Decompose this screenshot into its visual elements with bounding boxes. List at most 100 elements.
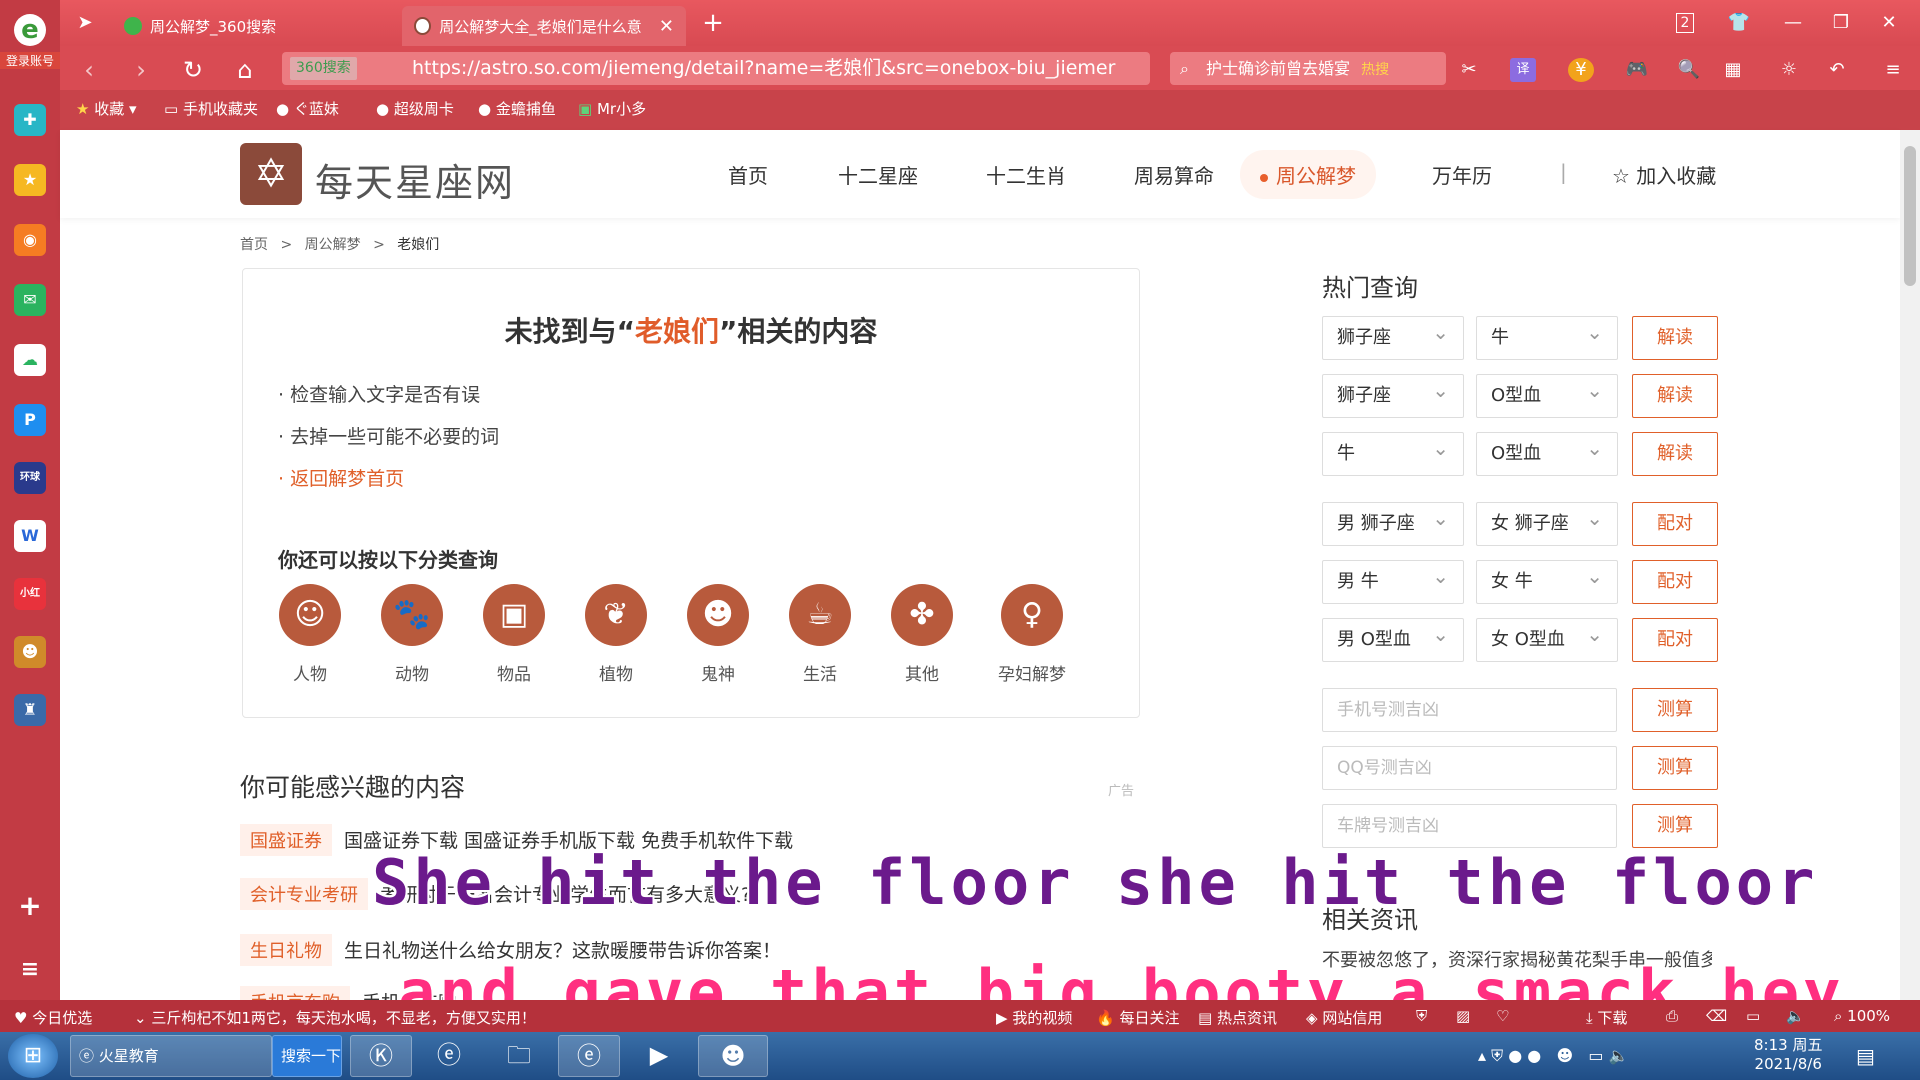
undo-icon[interactable]: ↶ [1824,58,1850,82]
game2-app-icon[interactable]: ♜ [14,694,46,726]
translate-icon[interactable]: 译 [1510,58,1536,82]
menu-zhouyi[interactable]: 周易算命 [1134,160,1214,189]
login-link[interactable]: 登录账号 [0,52,60,69]
add-app-icon[interactable]: + [14,890,46,922]
category-plant[interactable]: ❦ 植物 [574,584,658,685]
calc-button[interactable]: 测算 [1632,804,1718,848]
calc-button[interactable]: 测算 [1632,688,1718,732]
category-person[interactable]: ☺ 人物 [268,584,352,685]
back-to-dream-link[interactable]: · 返回解梦首页 [278,464,404,491]
select-b[interactable]: 牛 [1476,311,1618,360]
select-a[interactable]: 狮子座 [1322,311,1464,360]
category-ghost[interactable]: ☻ 鬼神 [676,584,760,685]
star-app-icon[interactable]: ★ [14,164,46,196]
crumb-home[interactable]: 首页 [240,237,268,253]
select-male[interactable]: 男 牛 [1322,555,1464,604]
notification-icon[interactable]: ▤ [1856,1044,1875,1068]
new-tab-icon[interactable]: + [698,8,728,38]
crumb-dream[interactable]: 周公解梦 [305,237,361,253]
category-other[interactable]: ✤ 其他 [880,584,964,685]
home-icon[interactable]: ⌂ [230,55,260,85]
360-logo-icon[interactable]: e [14,14,46,46]
close-window-icon[interactable]: ✕ [1874,8,1904,38]
menu-shengxiao[interactable]: 十二生肖 [986,160,1066,189]
site-logo[interactable]: 每天星座网 [315,152,515,207]
game-app-icon[interactable]: ☻ [14,636,46,668]
heart-outline-icon[interactable]: ♡ [1496,1007,1509,1025]
scissors-icon[interactable]: ✂ [1456,58,1482,82]
tab-search[interactable]: 周公解梦_360搜索 [112,6,288,46]
menu-zodiac[interactable]: 十二星座 [838,160,918,189]
video-player-icon[interactable]: ▶ [628,1035,690,1077]
fav-mobile[interactable]: ▭ 手机收藏夹 [164,98,258,119]
minimize-icon[interactable]: — [1778,8,1808,38]
volume-icon[interactable]: 🔈 [1786,1007,1805,1025]
category-pregnant[interactable]: ♀ 孕妇解梦 [986,584,1078,685]
category-object[interactable]: ▣ 物品 [472,584,556,685]
match-button[interactable]: 配对 [1632,502,1718,546]
plate-input[interactable]: 车牌号测吉凶 [1322,804,1617,848]
forward-icon[interactable]: › [126,55,156,85]
tab-dream[interactable]: 周公解梦大全_老娘们是什么意思 ✕ [402,6,686,46]
browser-search-box[interactable]: ⌕ 护士确诊前曾去婚宴 热搜 [1170,52,1446,85]
star-logo-icon[interactable]: ✡ [240,143,302,205]
hot-news[interactable]: ▤ 热点资讯 [1198,1007,1277,1028]
folder-taskbar-icon[interactable]: 🗀 [488,1035,550,1077]
brightness-icon[interactable]: ☼ [1776,58,1802,82]
back-icon[interactable]: ‹ [74,55,104,85]
browser-logo-icon[interactable]: ➤ [70,8,100,38]
news-app-icon[interactable]: 环球 [14,462,46,494]
close-tab-icon[interactable]: ✕ [659,16,674,37]
download[interactable]: ⤓ 下载 [1586,1007,1627,1028]
shield-icon[interactable]: ⛨ [1416,1007,1427,1025]
select-b[interactable]: O型血 [1476,427,1618,476]
news-ticker[interactable]: ⌄ 三斤枸杞不如1两它，每天泡水喝，不显老，方便又实用！ [134,1007,536,1028]
select-a[interactable]: 狮子座 [1322,369,1464,418]
cloud-app-icon[interactable]: ☁ [14,344,46,376]
coin-icon[interactable]: ¥ [1568,58,1594,82]
select-male[interactable]: 男 狮子座 [1322,497,1464,546]
match-button[interactable]: 配对 [1632,618,1718,662]
today-pick[interactable]: ♥ 今日优选 [14,1007,92,1028]
p-app-icon[interactable]: P [14,404,46,436]
magnifier-icon[interactable]: 🔍 [1676,58,1702,82]
phone-input[interactable]: 手机号测吉凶 [1322,688,1617,732]
zoom-level[interactable]: ⌕ 100% [1834,1007,1890,1025]
ie-browser-icon[interactable]: ⓔ [418,1035,480,1077]
daily-focus[interactable]: 🔥 每日关注 [1096,1007,1179,1028]
image-icon[interactable]: ▨ [1456,1007,1470,1025]
address-bar[interactable]: 360搜索 https://astro.so.com/jiemeng/detai… [282,52,1150,85]
k-app-icon[interactable]: Ⓚ [350,1035,412,1077]
select-male[interactable]: 男 O型血 [1322,613,1464,662]
sidebar-menu-icon[interactable]: ≡ [14,954,46,986]
select-female[interactable]: 女 牛 [1476,555,1618,604]
maximize-icon[interactable]: ❐ [1826,8,1856,38]
360-browser-icon[interactable]: ⓔ [558,1035,620,1077]
my-video[interactable]: ▶ 我的视频 [996,1007,1072,1028]
qq-input[interactable]: QQ号测吉凶 [1322,746,1617,790]
category-life[interactable]: ☕ 生活 [778,584,862,685]
skin-icon[interactable]: 👕 [1724,8,1754,38]
print-icon[interactable]: ⎙ [1666,1007,1678,1025]
interpret-button[interactable]: 解读 [1632,432,1718,476]
menu-icon[interactable]: ≡ [1880,58,1906,82]
taskbar-search-button[interactable]: 搜索一下 [272,1035,342,1077]
menu-dream[interactable]: 周公解梦 [1240,150,1376,199]
tray-icons[interactable]: ▴ ⛨ ● ● ☻ ▭ 🔈 [1478,1046,1629,1066]
select-b[interactable]: O型血 [1476,369,1618,418]
favorites-star[interactable]: ★ 收藏 ▾ [76,98,137,119]
doc-app-icon[interactable]: W [14,520,46,552]
mail-app-icon[interactable]: ✉ [14,284,46,316]
calc-button[interactable]: 测算 [1632,746,1718,790]
red-app-icon[interactable]: 小红 [14,578,46,610]
select-female[interactable]: 女 狮子座 [1476,497,1618,546]
match-button[interactable]: 配对 [1632,560,1718,604]
interpret-button[interactable]: 解读 [1632,316,1718,360]
weibo-app-icon[interactable]: ◉ [14,224,46,256]
avatar-app-icon[interactable]: ☻ [698,1035,768,1077]
site-credit[interactable]: ◈ 网站信用 [1306,1007,1382,1028]
menu-home[interactable]: 首页 [728,160,768,189]
fav-item-2[interactable]: ● ぐ蓝妹 [276,98,339,119]
menu-bookmark[interactable]: ☆ 加入收藏 [1612,160,1716,189]
refresh-icon[interactable]: ↻ [178,55,208,85]
